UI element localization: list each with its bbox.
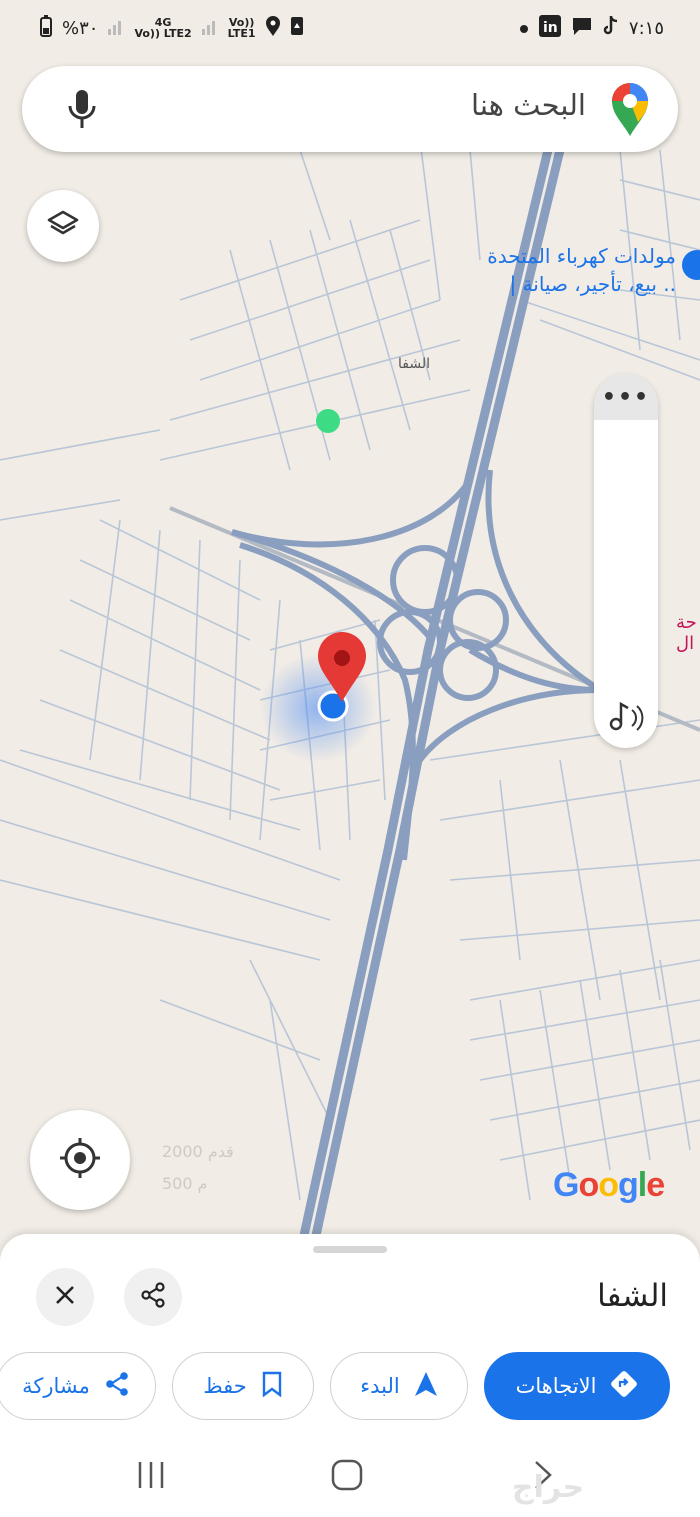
recents-icon[interactable] [134, 1458, 168, 1496]
save-label: حفظ [203, 1374, 247, 1398]
search-bar[interactable]: البحث هنا [22, 66, 678, 152]
map-scale: 2000 قدم 500 م [162, 1136, 234, 1200]
sim1-network: Vo)) LTE2 [134, 27, 192, 40]
tiktok-icon [603, 15, 619, 41]
directions-label: الاتجاهات [515, 1374, 597, 1398]
share-icon-button[interactable] [124, 1268, 182, 1326]
close-icon [54, 1284, 76, 1310]
share-icon [104, 1371, 130, 1402]
poi-name: مولدات كهرباء المتحدة [487, 244, 676, 268]
google-logo: Google [553, 1166, 665, 1205]
start-label: البدء [360, 1374, 400, 1398]
scale-feet: 2000 قدم [162, 1142, 234, 1161]
google-maps-pin-icon [610, 82, 650, 136]
layers-icon [47, 208, 79, 244]
navigation-arrow-icon [414, 1371, 438, 1402]
linkedin-icon: in [538, 14, 561, 42]
battery-percent: %٣٠ [62, 17, 99, 39]
sim1-indicator: 4G Vo)) LTE2 [134, 17, 191, 39]
logo-letter: g [618, 1166, 639, 1204]
search-placeholder[interactable]: البحث هنا [471, 88, 586, 122]
edge-place-label: حة ال [676, 612, 697, 654]
scale-meters: 500 م [162, 1174, 208, 1193]
share-button[interactable]: مشاركة [0, 1352, 156, 1420]
signal-icon [201, 17, 218, 40]
clock: ٧:١٥ [628, 17, 664, 39]
logo-letter: l [637, 1166, 648, 1204]
site-watermark: حراج [512, 1470, 585, 1505]
area-label: الشفا [398, 356, 430, 372]
battery-icon [40, 14, 52, 42]
signal-icon [108, 17, 124, 40]
poi-label[interactable]: مولدات كهرباء المتحدة | بيع، تأجير، صيان… [487, 242, 676, 298]
sim2-indicator: Vo)) LTE1 [228, 17, 256, 39]
home-icon[interactable] [330, 1458, 364, 1496]
close-button[interactable] [36, 1268, 94, 1326]
save-button[interactable]: حفظ [172, 1352, 314, 1420]
system-nav-bar [0, 1440, 700, 1517]
logo-letter: o [598, 1166, 619, 1204]
save-icon [290, 16, 304, 41]
status-bar-left: %٣٠ 4G Vo)) LTE2 Vo)) LTE1 [40, 14, 304, 42]
place-title: الشفا [597, 1278, 668, 1314]
audio-icon[interactable] [604, 694, 648, 738]
logo-letter: o [578, 1166, 599, 1204]
chat-icon [571, 16, 593, 41]
status-bar-right: in ٧:١٥ [519, 14, 664, 42]
bookmark-icon [261, 1371, 283, 1402]
share-label: مشاركة [22, 1374, 90, 1398]
share-icon [140, 1282, 166, 1312]
sheet-drag-handle[interactable] [313, 1246, 387, 1253]
logo-letter: e [646, 1166, 665, 1204]
logo-letter: G [553, 1166, 579, 1204]
directions-icon [610, 1370, 638, 1403]
status-bar: %٣٠ 4G Vo)) LTE2 Vo)) LTE1 in ٧:١٥ [0, 0, 700, 56]
mic-icon[interactable] [62, 88, 102, 130]
floating-panel: ••• [594, 374, 658, 748]
my-location-button[interactable] [30, 1110, 130, 1210]
start-button[interactable]: البدء [330, 1352, 468, 1420]
dot-icon [519, 18, 529, 39]
location-icon [265, 15, 280, 41]
sim2-network: LTE1 [227, 27, 256, 40]
directions-button[interactable]: الاتجاهات [484, 1352, 670, 1420]
svg-text:in: in [543, 20, 558, 36]
green-place-marker[interactable] [316, 409, 340, 433]
crosshair-icon [58, 1136, 102, 1184]
poi-subtitle: | بيع، تأجير، صيانة .. [509, 272, 676, 296]
layers-button[interactable] [27, 190, 99, 262]
